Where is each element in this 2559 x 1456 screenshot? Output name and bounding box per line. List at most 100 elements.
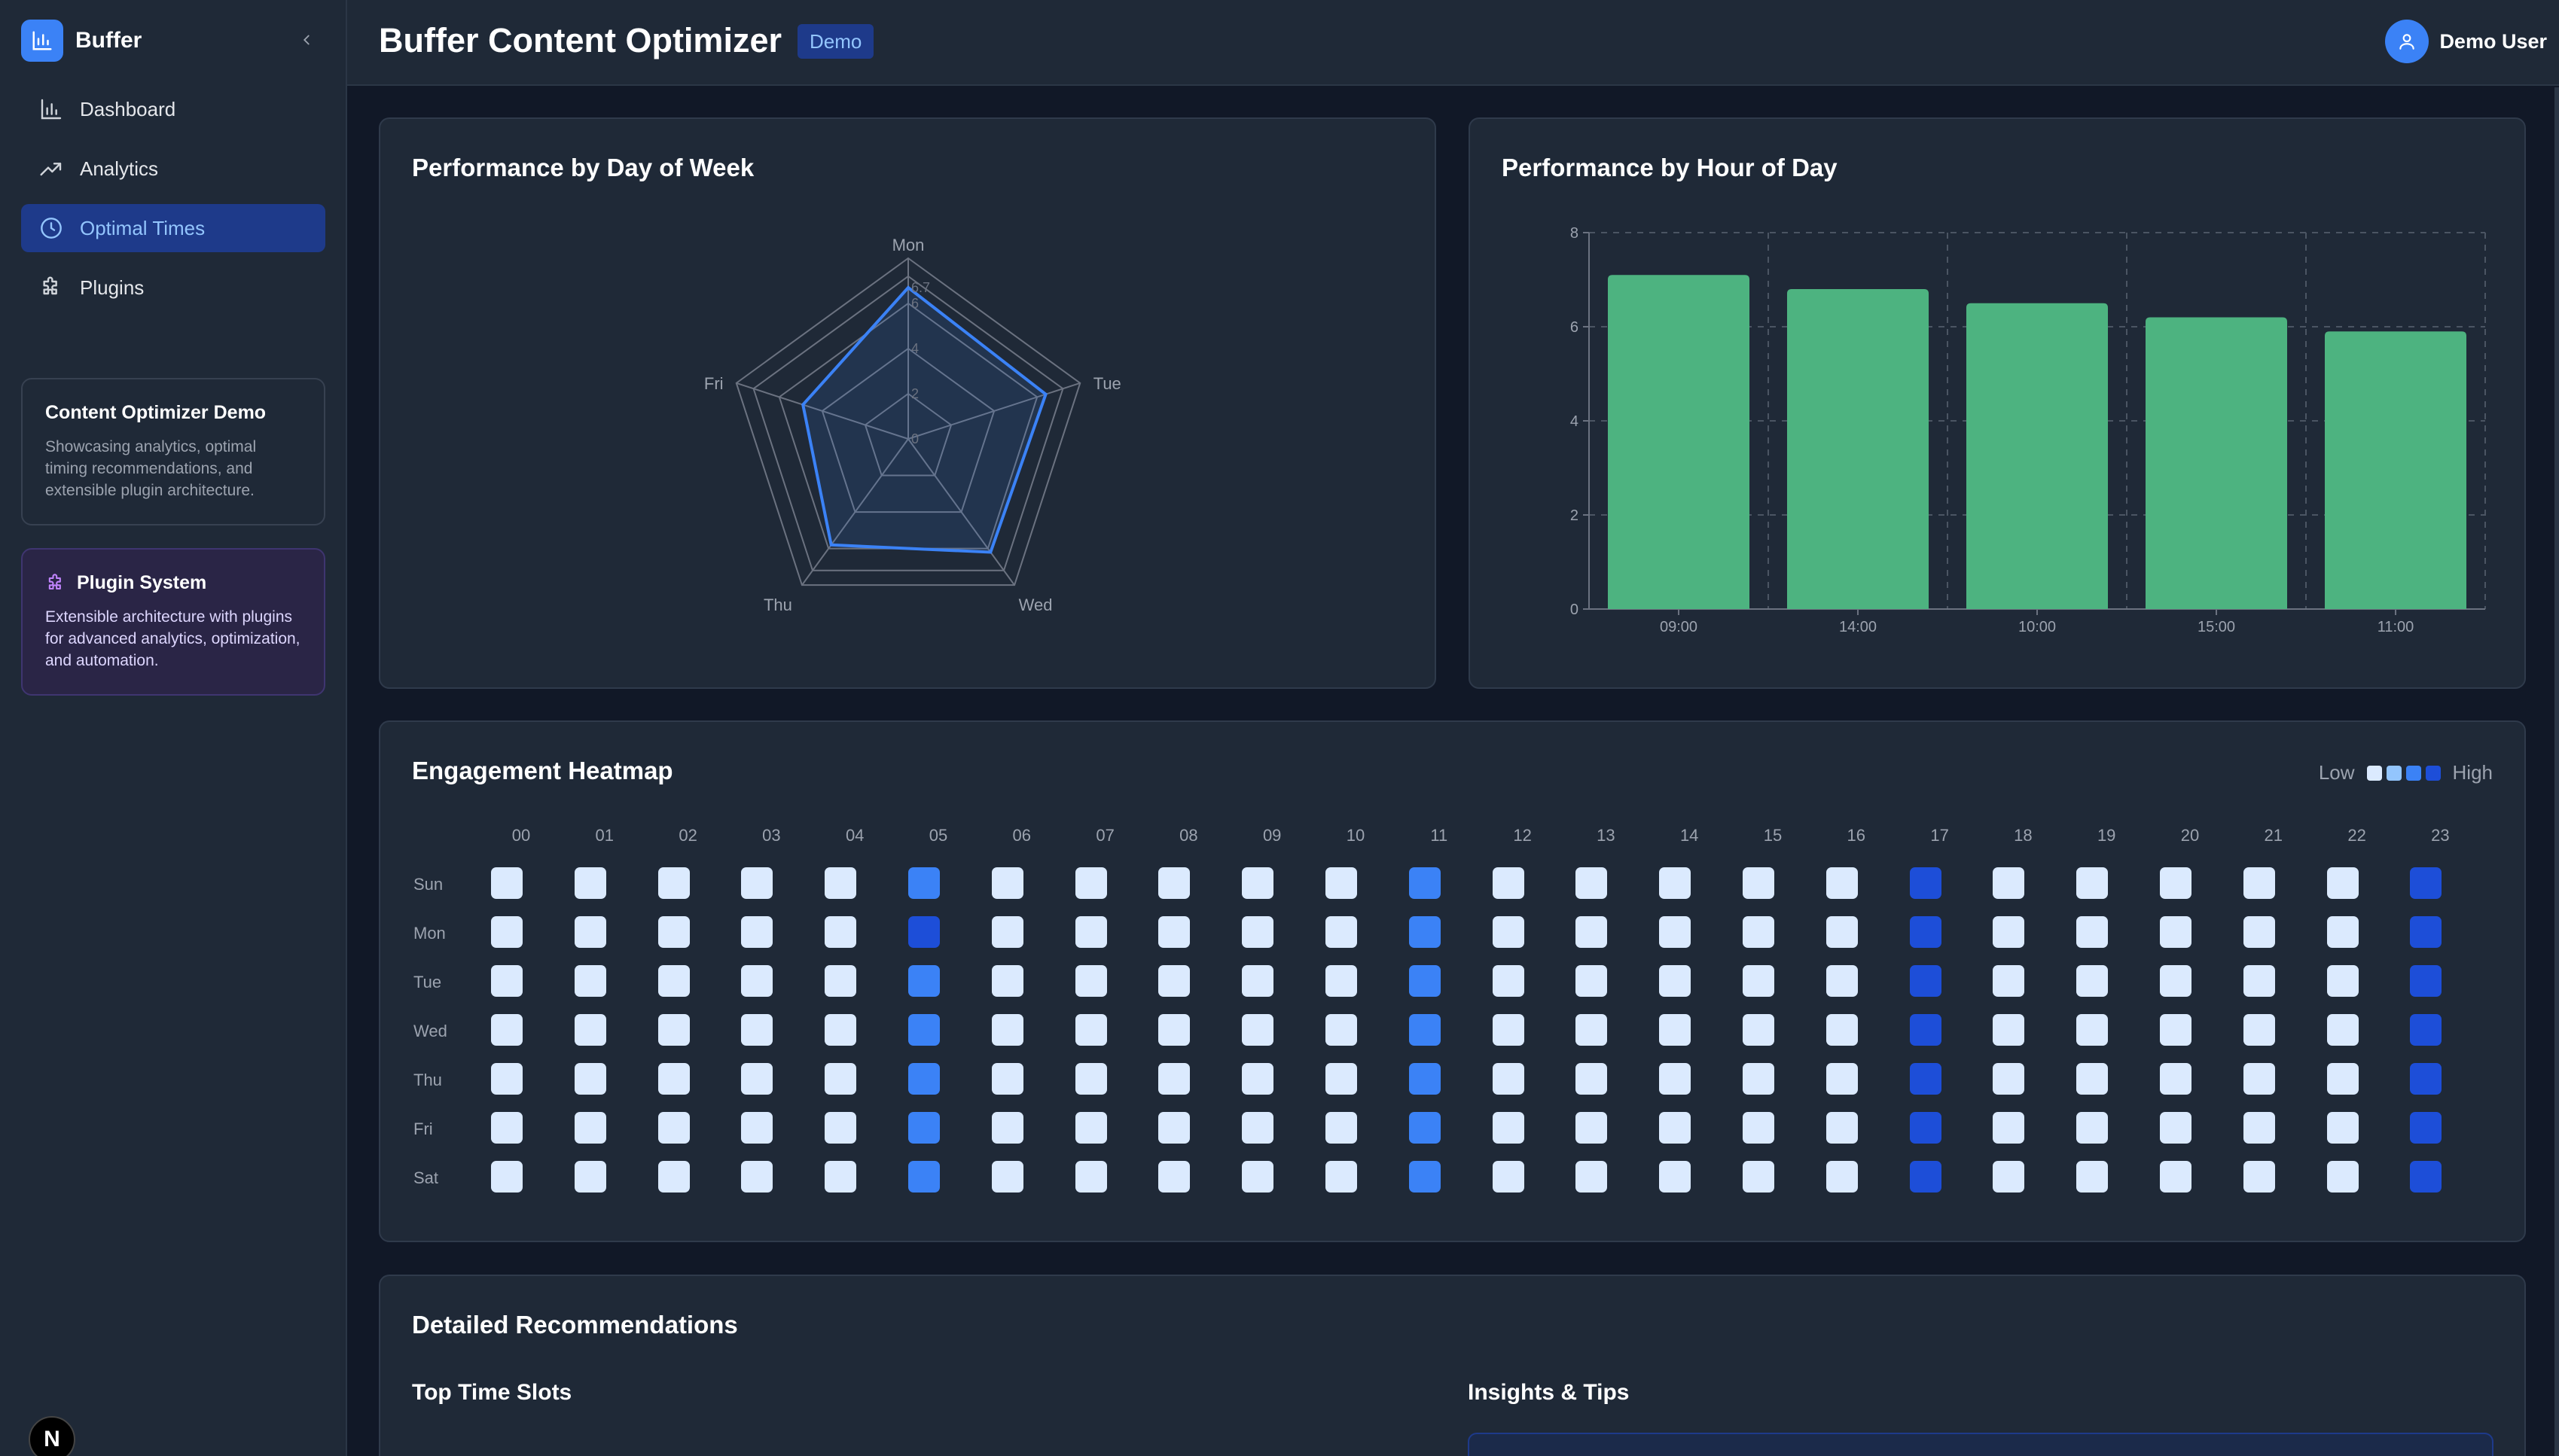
- heatmap-cell[interactable]: [1825, 1161, 1858, 1193]
- heatmap-cell[interactable]: [1325, 1112, 1357, 1144]
- heatmap-cell[interactable]: [2243, 916, 2275, 948]
- heatmap-cell[interactable]: [1325, 1161, 1357, 1193]
- heatmap-cell[interactable]: [1743, 867, 1774, 899]
- heatmap-cell[interactable]: [908, 1161, 940, 1193]
- heatmap-cell[interactable]: [491, 1063, 523, 1095]
- heatmap-cell[interactable]: [1909, 1112, 1941, 1144]
- heatmap-cell[interactable]: [2326, 965, 2359, 997]
- heatmap-cell[interactable]: [2410, 867, 2442, 899]
- heatmap-cell[interactable]: [1075, 1161, 1107, 1193]
- heatmap-cell[interactable]: [2410, 1014, 2442, 1046]
- heatmap-cell[interactable]: [825, 1112, 857, 1144]
- heatmap-cell[interactable]: [1158, 1063, 1191, 1095]
- heatmap-cell[interactable]: [2076, 1161, 2109, 1193]
- heatmap-cell[interactable]: [2410, 965, 2442, 997]
- heatmap-cell[interactable]: [1909, 1063, 1941, 1095]
- heatmap-cell[interactable]: [491, 965, 523, 997]
- heatmap-cell[interactable]: [491, 1014, 523, 1046]
- heatmap-cell[interactable]: [1242, 916, 1274, 948]
- heatmap-cell[interactable]: [1242, 867, 1274, 899]
- heatmap-cell[interactable]: [657, 867, 690, 899]
- heatmap-cell[interactable]: [741, 965, 773, 997]
- heatmap-cell[interactable]: [1743, 916, 1774, 948]
- heatmap-cell[interactable]: [741, 916, 773, 948]
- heatmap-cell[interactable]: [991, 867, 1023, 899]
- heatmap-cell[interactable]: [1993, 1112, 2025, 1144]
- heatmap-cell[interactable]: [2410, 1063, 2442, 1095]
- heatmap-cell[interactable]: [2160, 916, 2191, 948]
- heatmap-cell[interactable]: [1492, 1161, 1524, 1193]
- heatmap-cell[interactable]: [2160, 1161, 2191, 1193]
- heatmap-cell[interactable]: [1158, 916, 1191, 948]
- heatmap-cell[interactable]: [2243, 1112, 2275, 1144]
- heatmap-cell[interactable]: [1825, 867, 1858, 899]
- heatmap-cell[interactable]: [574, 965, 606, 997]
- heatmap-cell[interactable]: [1408, 1161, 1441, 1193]
- heatmap-cell[interactable]: [2243, 1014, 2275, 1046]
- heatmap-cell[interactable]: [1408, 1014, 1441, 1046]
- user-menu[interactable]: Demo User: [2385, 20, 2547, 63]
- heatmap-cell[interactable]: [1158, 1112, 1191, 1144]
- heatmap-cell[interactable]: [1075, 916, 1107, 948]
- heatmap-cell[interactable]: [2076, 1112, 2109, 1144]
- heatmap-cell[interactable]: [1075, 965, 1107, 997]
- heatmap-cell[interactable]: [574, 867, 606, 899]
- heatmap-cell[interactable]: [1993, 1014, 2025, 1046]
- heatmap-cell[interactable]: [1325, 1014, 1357, 1046]
- heatmap-cell[interactable]: [657, 1014, 690, 1046]
- heatmap-cell[interactable]: [2160, 1063, 2191, 1095]
- heatmap-cell[interactable]: [1743, 965, 1774, 997]
- heatmap-cell[interactable]: [1825, 1063, 1858, 1095]
- heatmap-cell[interactable]: [1993, 1161, 2025, 1193]
- heatmap-cell[interactable]: [1325, 1063, 1357, 1095]
- heatmap-cell[interactable]: [1743, 1161, 1774, 1193]
- heatmap-cell[interactable]: [1909, 867, 1941, 899]
- heatmap-cell[interactable]: [825, 1063, 857, 1095]
- heatmap-cell[interactable]: [1575, 916, 1608, 948]
- heatmap-cell[interactable]: [1743, 1014, 1774, 1046]
- heatmap-cell[interactable]: [1993, 916, 2025, 948]
- heatmap-cell[interactable]: [657, 1112, 690, 1144]
- heatmap-cell[interactable]: [1242, 965, 1274, 997]
- heatmap-cell[interactable]: [1659, 1014, 1691, 1046]
- heatmap-cell[interactable]: [741, 1014, 773, 1046]
- sidebar-item-dashboard[interactable]: Dashboard: [21, 85, 325, 133]
- heatmap-cell[interactable]: [1408, 965, 1441, 997]
- heatmap-cell[interactable]: [2410, 1161, 2442, 1193]
- heatmap-cell[interactable]: [741, 1161, 773, 1193]
- heatmap-cell[interactable]: [574, 1112, 606, 1144]
- heatmap-cell[interactable]: [825, 965, 857, 997]
- heatmap-cell[interactable]: [991, 965, 1023, 997]
- heatmap-cell[interactable]: [2160, 1112, 2191, 1144]
- heatmap-cell[interactable]: [1325, 916, 1357, 948]
- heatmap-cell[interactable]: [1242, 1161, 1274, 1193]
- heatmap-cell[interactable]: [2243, 1063, 2275, 1095]
- heatmap-cell[interactable]: [991, 1014, 1023, 1046]
- heatmap-cell[interactable]: [1492, 965, 1524, 997]
- heatmap-cell[interactable]: [1659, 1161, 1691, 1193]
- scrollbar[interactable]: [2554, 87, 2559, 1456]
- sidebar-item-plugins[interactable]: Plugins: [21, 263, 325, 312]
- heatmap-cell[interactable]: [1325, 867, 1357, 899]
- heatmap-cell[interactable]: [1659, 1112, 1691, 1144]
- heatmap-cell[interactable]: [908, 1014, 940, 1046]
- heatmap-cell[interactable]: [1408, 1063, 1441, 1095]
- heatmap-cell[interactable]: [657, 965, 690, 997]
- heatmap-cell[interactable]: [2326, 1063, 2359, 1095]
- heatmap-cell[interactable]: [2076, 965, 2109, 997]
- heatmap-cell[interactable]: [2160, 965, 2191, 997]
- heatmap-cell[interactable]: [1909, 1161, 1941, 1193]
- heatmap-cell[interactable]: [491, 916, 523, 948]
- heatmap-cell[interactable]: [491, 1161, 523, 1193]
- heatmap-cell[interactable]: [1242, 1063, 1274, 1095]
- heatmap-cell[interactable]: [1158, 965, 1191, 997]
- heatmap-cell[interactable]: [741, 1112, 773, 1144]
- heatmap-cell[interactable]: [1408, 916, 1441, 948]
- heatmap-cell[interactable]: [2326, 867, 2359, 899]
- heatmap-cell[interactable]: [2076, 1063, 2109, 1095]
- heatmap-cell[interactable]: [908, 867, 940, 899]
- heatmap-cell[interactable]: [1993, 1063, 2025, 1095]
- heatmap-cell[interactable]: [1575, 1112, 1608, 1144]
- heatmap-cell[interactable]: [2160, 1014, 2191, 1046]
- heatmap-cell[interactable]: [908, 1112, 940, 1144]
